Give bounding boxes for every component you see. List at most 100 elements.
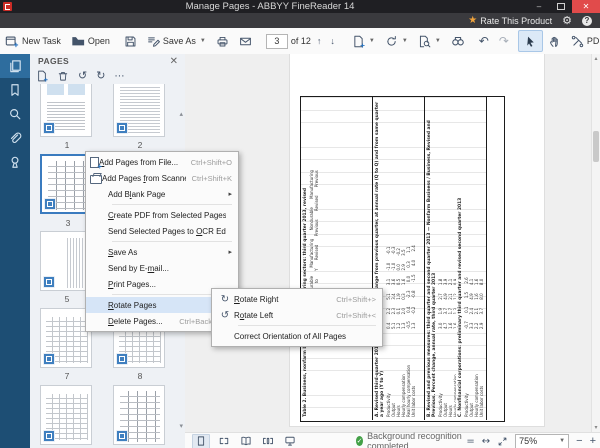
close-button[interactable]: ✕ — [572, 0, 600, 13]
page-number-label: 1 — [41, 140, 93, 150]
sidebar-item-search[interactable] — [0, 102, 30, 126]
submenu-item-icon — [216, 294, 234, 305]
scanned-table: Table 2. Business, nonfarm business and … — [300, 96, 505, 422]
page-number-label: 2 — [114, 140, 166, 150]
menu-bar: ★ Rate This Product ⚙ ? — [0, 13, 600, 28]
hand-tool-button[interactable] — [543, 31, 566, 51]
view-single-page-button[interactable] — [192, 434, 210, 448]
fit-width-button[interactable]: ↔ — [482, 436, 490, 447]
undo-button[interactable]: ↶ — [474, 31, 494, 51]
pages-panel-header: PAGES ✕ — [30, 54, 185, 68]
view-two-page-scrolling-button[interactable] — [260, 435, 276, 448]
sidebar-item-bookmarks[interactable] — [0, 78, 30, 102]
zoom-select[interactable]: 75% ▼ — [515, 434, 569, 448]
table-section-heading: Table 2. Business, nonfarm business and … — [303, 100, 308, 417]
page-number-label: 8 — [114, 371, 166, 381]
document-view[interactable]: Table 2. Business, nonfarm business and … — [185, 54, 600, 432]
submenu-item-icon — [216, 310, 234, 321]
sidebar-item-attachments[interactable] — [0, 126, 30, 150]
scroll-up-icon[interactable]: ▴ — [592, 55, 600, 62]
page-badge-icon — [44, 198, 56, 210]
previous-page-button[interactable]: ↑ — [314, 36, 325, 46]
status-bar: ✓ Background recognition completed = ↔ 7… — [185, 432, 600, 448]
scrollbar-thumb[interactable] — [593, 131, 599, 162]
fullscreen-icon[interactable] — [497, 436, 508, 447]
panel-scroll-down-icon[interactable]: ▾ — [179, 422, 183, 430]
menu-item[interactable]: Add Pages from Scanner... Ctrl+Shift+K — [86, 170, 238, 186]
view-two-page-button[interactable] — [238, 435, 254, 448]
menu-item[interactable]: Send by E-mail... — [86, 260, 238, 276]
panel-more-icon[interactable]: ⋯ — [114, 71, 125, 82]
menubar-item[interactable] — [42, 13, 56, 28]
settings-gear-icon[interactable]: ⚙ — [562, 14, 572, 27]
rotate-submenu: Rotate Right Ctrl+Shift+> Rotate Left Ct… — [211, 288, 383, 347]
signature-stamp-icon — [8, 155, 22, 169]
email-button[interactable] — [234, 31, 257, 51]
save-as-button[interactable]: Save As ▼ — [142, 31, 211, 51]
menu-item[interactable]: Send Selected Pages to OCR Editor — [86, 223, 238, 239]
next-page-button[interactable]: ↓ — [327, 36, 338, 46]
save-icon — [124, 35, 137, 48]
panel-delete-icon[interactable] — [57, 70, 69, 82]
star-icon: ★ — [468, 15, 477, 26]
find-button[interactable] — [446, 31, 470, 51]
panel-add-page-icon[interactable] — [36, 70, 48, 82]
select-tool-button[interactable] — [518, 30, 543, 52]
page-badge-icon — [116, 353, 128, 365]
vertical-scrollbar[interactable]: ▴ ▾ — [591, 54, 600, 432]
menubar-item[interactable] — [14, 13, 28, 28]
zoom-in-button[interactable]: + — [590, 435, 596, 447]
new-task-button[interactable]: New Task — [0, 31, 66, 51]
minimize-button[interactable]: – — [528, 0, 550, 13]
save-button[interactable] — [119, 31, 142, 51]
menu-item-icon — [90, 175, 102, 184]
zoom-out-button[interactable]: − — [576, 435, 582, 447]
rate-this-product[interactable]: Rate This Product — [480, 16, 552, 26]
panel-rotate-left-icon[interactable]: ↺ — [78, 71, 87, 81]
table-row: Q to Q Y to Y Revised Previous Revised P… — [314, 100, 319, 417]
menu-item[interactable]: Add Blank Page ▸ — [86, 186, 238, 202]
print-button[interactable] — [211, 31, 234, 51]
page-thumbnail[interactable]: 2 — [113, 77, 165, 137]
panel-scroll-up-icon[interactable]: ▴ — [179, 110, 183, 118]
panel-close-icon[interactable]: ✕ — [170, 56, 178, 67]
view-one-page-scrolling-button[interactable] — [216, 435, 232, 448]
print-icon — [216, 35, 229, 48]
fit-height-button[interactable]: = — [466, 436, 474, 447]
add-pages-caret-icon: ▼ — [369, 38, 375, 44]
help-icon[interactable]: ? — [582, 16, 592, 26]
table-row: Unit labor costs 2.9 3.7 8.0 8.0 — [479, 100, 484, 417]
pdf-tools-button[interactable]: PDF Tools — [566, 31, 600, 51]
menu-item[interactable]: Create PDF from Selected Pages — [86, 207, 238, 223]
redo-button[interactable]: ↷ — [494, 31, 514, 51]
restore-button[interactable] — [550, 0, 572, 13]
sidebar-item-signatures[interactable] — [0, 150, 30, 174]
page-badge-icon — [116, 122, 128, 134]
page-number-input[interactable]: 3 — [266, 34, 288, 49]
page-preview-button[interactable]: ▼ — [413, 31, 446, 51]
menu-item[interactable]: Save As ▸ — [86, 244, 238, 260]
submenu-item[interactable]: Rotate Right Ctrl+Shift+> — [212, 291, 382, 307]
table-section-heading: B. Revised and previous measures: third … — [427, 100, 437, 417]
page-thumbnail[interactable]: 9 — [40, 385, 92, 445]
submenu-item[interactable]: Rotate Left Ctrl+Shift+< — [212, 307, 382, 323]
page-badge-icon — [43, 353, 55, 365]
hand-icon — [548, 35, 561, 48]
menubar-item[interactable] — [28, 13, 42, 28]
menubar-item[interactable] — [56, 13, 70, 28]
menu-item[interactable]: Add Pages from File... Ctrl+Shift+O — [86, 154, 238, 170]
open-button[interactable]: Open — [66, 31, 115, 51]
page-thumbnail[interactable]: 10 — [113, 385, 165, 445]
rotate-button[interactable]: ▼ — [380, 31, 413, 51]
add-pages-button[interactable]: ▼ — [347, 31, 380, 51]
monitor-icon — [284, 435, 296, 447]
panel-rotate-right-icon[interactable]: ↻ — [96, 71, 105, 81]
scroll-down-icon[interactable]: ▾ — [592, 424, 600, 431]
page-thumbnail[interactable]: 1 — [40, 77, 92, 137]
menubar-item[interactable] — [0, 13, 14, 28]
view-presentation-button[interactable] — [282, 435, 298, 448]
page-badge-icon — [43, 122, 55, 134]
sidebar-item-pages[interactable] — [0, 54, 30, 78]
submenu-item[interactable]: Correct Orientation of All Pages — [212, 328, 382, 344]
check-icon: ✓ — [356, 436, 363, 446]
